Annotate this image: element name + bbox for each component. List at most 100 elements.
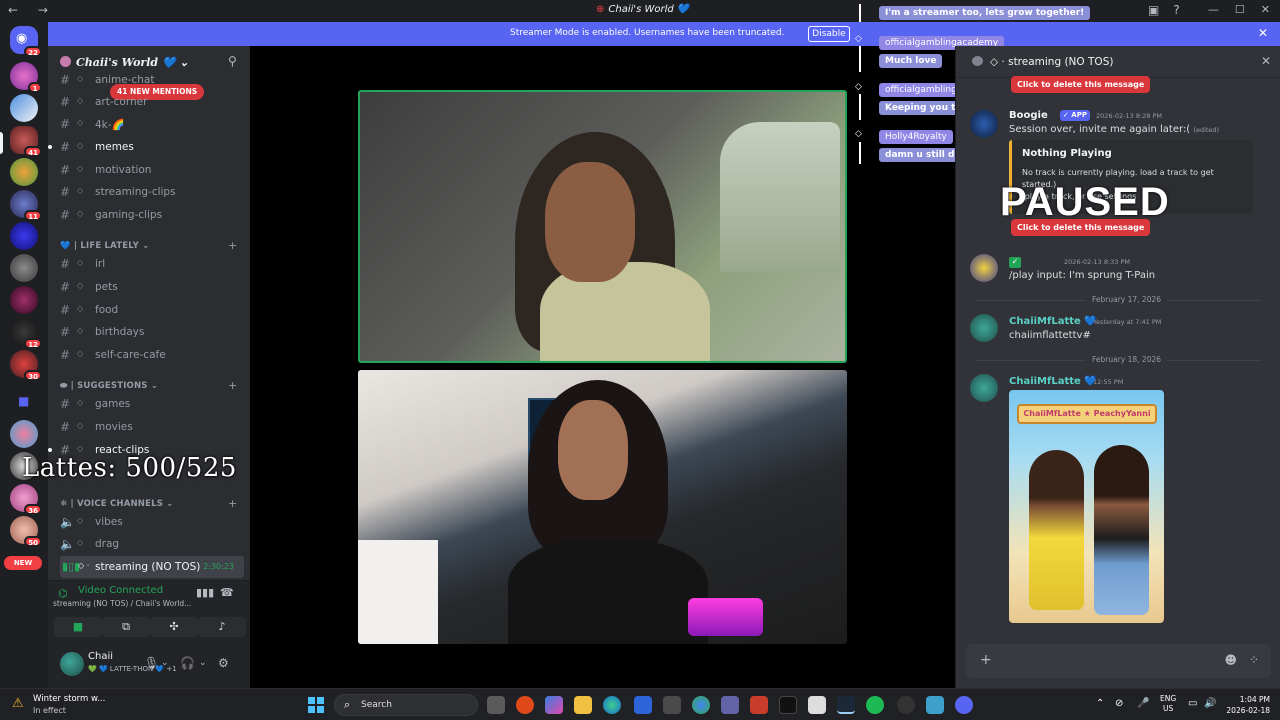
server-icon-4[interactable] <box>10 158 38 186</box>
apps-icon[interactable]: ⁘ <box>1249 653 1259 667</box>
tray-chevron-up-icon[interactable]: ⌃ <box>1096 698 1104 709</box>
add-channel-icon[interactable]: + <box>228 239 237 252</box>
voice-channel-streaming[interactable]: ▮▯▮ ◇ · streaming (NO TOS) 2:30:23 <box>60 556 244 578</box>
server-icon-11[interactable] <box>10 420 38 448</box>
edge-icon[interactable] <box>603 696 621 714</box>
obs-icon[interactable] <box>897 696 915 714</box>
chevron-down-icon[interactable]: ⌄ <box>199 658 207 668</box>
chrome-icon[interactable] <box>692 696 710 714</box>
server-icon-6[interactable] <box>10 222 38 250</box>
avatar[interactable] <box>60 652 84 676</box>
channel-games[interactable]: # ◇ games <box>60 394 244 414</box>
server-icon-1[interactable]: 1 <box>10 62 42 93</box>
volume-icon[interactable]: 🔊 <box>1204 698 1216 709</box>
channel-gaming-clips[interactable]: # ◇ gaming-clips <box>60 205 244 225</box>
emoji-icon[interactable]: ☻ <box>1224 653 1237 667</box>
image-attachment[interactable]: ChaiiMfLatte ★ PeachyYanni <box>1009 390 1164 623</box>
copilot-icon[interactable] <box>545 696 563 714</box>
avatar[interactable] <box>970 254 998 282</box>
tiktok-icon[interactable] <box>779 696 797 714</box>
settings-gear-icon[interactable]: ⚙ <box>218 656 229 670</box>
category-suggestions[interactable]: ⬬ | SUGGESTIONS ⌄ + <box>60 379 237 392</box>
channel-movies[interactable]: # ◇ movies <box>60 417 244 437</box>
back-forward-arrows[interactable]: ← → <box>8 3 56 17</box>
delete-message-button[interactable]: Click to delete this message <box>1011 76 1151 93</box>
chevron-down-icon[interactable]: ⌄ <box>161 658 169 668</box>
server-icon-9[interactable]: 12 <box>10 318 42 349</box>
server-icon-current[interactable]: 41 <box>10 126 42 157</box>
channel-irl[interactable]: # ◇ irl <box>60 254 244 274</box>
file-explorer-icon[interactable] <box>574 696 592 714</box>
app-icon[interactable] <box>750 696 768 714</box>
voice-channel-drag[interactable]: 🔈 ◇ drag <box>60 534 244 554</box>
inbox-icon[interactable]: ▣ <box>1148 3 1159 17</box>
disable-button[interactable]: Disable <box>808 26 850 42</box>
message-author[interactable]: ChaiiMfLatte 💙 <box>1009 316 1097 327</box>
steam-icon[interactable] <box>837 696 855 714</box>
channel-motivation[interactable]: # ◇ motivation <box>60 160 244 180</box>
noise-suppression-icon[interactable]: ▮▮▮ <box>196 586 214 599</box>
clock[interactable]: 1:04 PM 2026-02-18 <box>1226 694 1270 716</box>
taskbar-search[interactable]: ⌕ Search <box>334 694 478 716</box>
channel-self-care-cafe[interactable]: # ◇ self-care-cafe <box>60 345 244 365</box>
task-view-icon[interactable] <box>487 696 505 714</box>
server-icon-13[interactable]: 36 <box>10 484 42 515</box>
language-indicator[interactable]: ENG US <box>1160 694 1176 714</box>
video-tile-driver[interactable] <box>358 90 847 363</box>
close-chat-icon[interactable]: ✕ <box>1261 54 1271 68</box>
notepad-icon[interactable] <box>926 696 944 714</box>
display-icon[interactable]: ▭ <box>1188 698 1197 709</box>
avatar[interactable] <box>970 374 998 402</box>
channel-pets[interactable]: # ◇ pets <box>60 277 244 297</box>
app-icon[interactable] <box>634 696 652 714</box>
server-icon-10[interactable]: 30 <box>10 350 42 381</box>
start-button[interactable] <box>308 697 324 713</box>
voice-status[interactable]: Video Connected <box>78 585 163 596</box>
spotify-icon[interactable] <box>866 696 884 714</box>
server-icon-14[interactable]: 50 <box>10 516 42 547</box>
camera-button[interactable]: ■ <box>54 617 102 637</box>
add-channel-icon[interactable]: + <box>228 497 237 510</box>
brave-icon[interactable] <box>516 696 534 714</box>
server-icon-5[interactable]: 11 <box>10 190 42 221</box>
channel-streaming-clips[interactable]: # ◇ streaming-clips <box>60 182 244 202</box>
message-author[interactable]: ✓ <box>1009 256 1021 268</box>
user-name[interactable]: Chaii <box>88 651 113 662</box>
server-icon-7[interactable] <box>10 254 38 282</box>
close-window-button[interactable]: ✕ <box>1261 3 1270 16</box>
folder-icon[interactable]: ■ <box>10 388 38 416</box>
video-tile-streamer[interactable] <box>358 370 847 644</box>
server-icon-8[interactable] <box>10 286 38 314</box>
message-composer[interactable]: + ☻ ⁘ <box>966 644 1271 678</box>
add-attachment-icon[interactable]: + <box>980 652 992 668</box>
message-author[interactable]: Boogie <box>1009 110 1048 121</box>
voice-channel-vibes[interactable]: 🔈 ◇ vibes <box>60 512 244 532</box>
microphone-icon[interactable]: 🎙 <box>144 656 159 670</box>
channel-4k[interactable]: # ◇ 4k-🌈 <box>60 114 244 134</box>
invite-icon[interactable]: ⚲ <box>228 54 237 68</box>
discord-taskbar-icon[interactable] <box>955 696 973 714</box>
category-life-lately[interactable]: 💙 | LIFE LATELY ⌄ + <box>60 239 237 252</box>
maximize-button[interactable]: ☐ <box>1235 3 1245 16</box>
teams-icon[interactable] <box>721 696 739 714</box>
channel-birthdays[interactable]: # ◇ birthdays <box>60 322 244 342</box>
avatar[interactable] <box>970 110 998 138</box>
category-voice-channels[interactable]: ❄ | VOICE CHANNELS ⌄ + <box>60 497 237 510</box>
disconnect-icon[interactable]: ☎ <box>220 586 234 599</box>
server-icon-2[interactable] <box>10 94 38 122</box>
minimize-button[interactable]: — <box>1208 3 1219 16</box>
network-off-icon[interactable]: ⊘ <box>1115 698 1123 709</box>
microphone-tray-icon[interactable]: 🎤 <box>1137 698 1149 709</box>
add-channel-icon[interactable]: + <box>228 379 237 392</box>
avatar[interactable] <box>970 314 998 342</box>
home-button[interactable]: ◉ 22 <box>10 26 42 57</box>
activities-button[interactable]: ✣ <box>150 617 198 637</box>
banner-close-icon[interactable]: ✕ <box>1258 26 1268 40</box>
message-author[interactable]: ChaiiMfLatte 💙 <box>1009 376 1097 387</box>
app-icon[interactable] <box>808 696 826 714</box>
store-icon[interactable] <box>663 696 681 714</box>
screen-share-button[interactable]: ⧉ <box>102 617 150 637</box>
headphones-icon[interactable]: 🎧 <box>180 656 195 670</box>
channel-art-corner[interactable]: # ◇ art-corner <box>60 92 244 112</box>
channel-memes[interactable]: # ◇ memes <box>48 137 244 157</box>
